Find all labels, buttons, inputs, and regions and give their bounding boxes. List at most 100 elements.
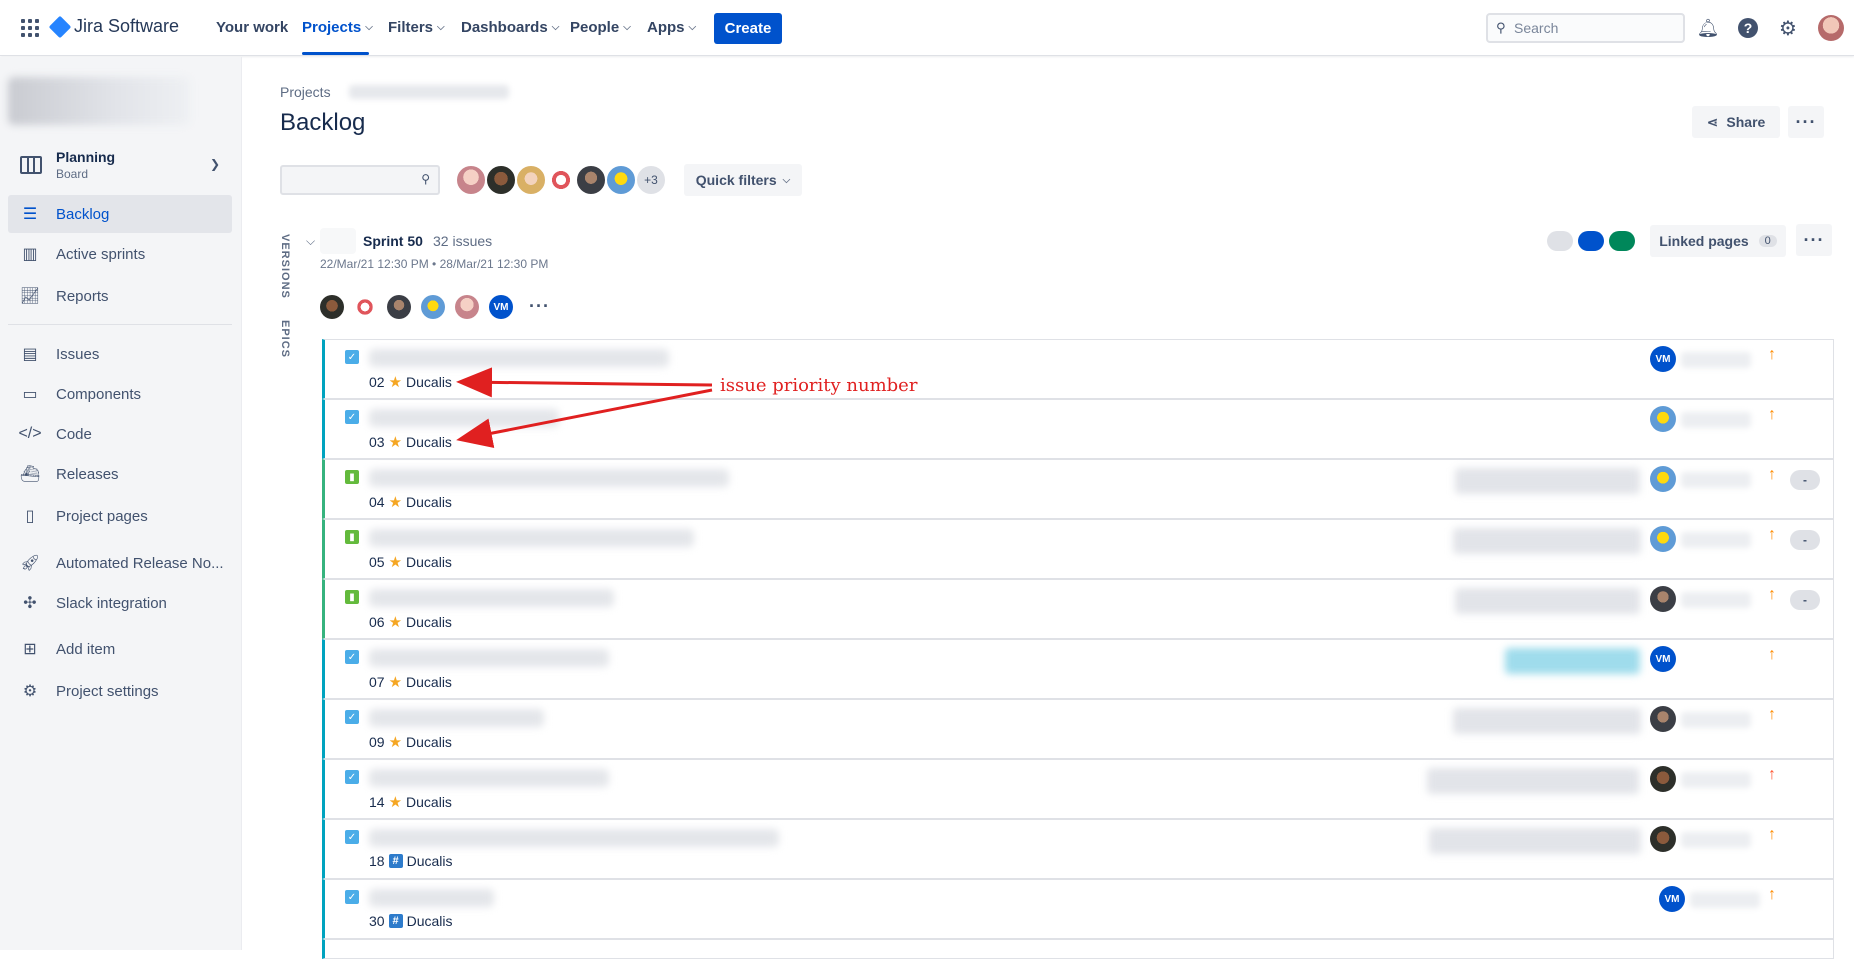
sprint-assignee-avatar[interactable] [455,295,479,319]
issue-summary-blurred[interactable] [369,469,729,487]
assignee-avatar[interactable]: VM [1650,346,1676,372]
epic-label-blurred[interactable] [1505,648,1640,674]
filter-avatar[interactable] [485,164,517,196]
assignee-avatar[interactable] [1650,406,1676,432]
issue-row[interactable]: ✓ 07 ★ Ducalis VM ↑ [322,639,1834,699]
assignee-avatar[interactable] [1650,466,1676,492]
help-icon[interactable]: ? [1736,16,1760,40]
project-header-blurred[interactable] [8,77,190,125]
issue-row[interactable]: ✓ 09 ★ Ducalis ↑ [322,699,1834,759]
sprint-assignee-avatar[interactable] [387,295,411,319]
settings-gear-icon[interactable]: ⚙ [1776,16,1800,40]
issue-summary-blurred[interactable] [369,409,559,427]
notifications-icon[interactable]: 🔔︎ [1696,16,1720,40]
issue-summary-blurred[interactable] [369,709,544,727]
issue-row[interactable]: ✓ 18 # Ducalis ↑ [322,819,1834,879]
versions-panel-tab[interactable]: VERSIONS [279,234,291,299]
nav-apps[interactable]: Apps ⌵ [647,19,696,36]
epic-label-blurred[interactable] [1455,588,1640,614]
issue-summary-blurred[interactable] [369,649,609,667]
backlog-search-input[interactable]: ⚲ [280,165,440,195]
epic-label-blurred[interactable] [1429,828,1641,854]
sprint-collapse-chevron-icon[interactable]: ⌵ [306,234,315,249]
sprint-more-actions-button[interactable]: ··· [1796,224,1832,256]
filter-avatar[interactable] [545,164,577,196]
issue-summary-blurred[interactable] [369,769,609,787]
chevron-down-icon: ⌵ [623,22,631,33]
sidebar-item-issues[interactable]: ▤ Issues [8,335,232,373]
search-input[interactable]: ⚲ Search [1486,13,1685,43]
issue-row[interactable] [322,939,1834,959]
chevron-down-icon[interactable]: ❯ [210,157,220,171]
planning-board-switcher[interactable]: Planning Board [20,149,115,181]
nav-dashboards[interactable]: Dashboards ⌵ [461,19,559,36]
nav-filters[interactable]: Filters ⌵ [388,19,445,36]
nav-projects[interactable]: Projects ⌵ [302,19,373,36]
issue-row[interactable]: ▮ 04 ★ Ducalis ↑ - [322,459,1834,519]
sidebar-item-slack-integration[interactable]: ✣ Slack integration [8,584,232,622]
sprint-dates: 22/Mar/21 12:30 PM • 28/Mar/21 12:30 PM [320,257,549,271]
sidebar-item-releases[interactable]: ⛴ Releases [8,455,232,493]
share-button[interactable]: ⋖ Share [1692,106,1780,138]
assignee-avatar[interactable]: VM [1650,646,1676,672]
more-assignees-icon[interactable]: ··· [529,296,550,317]
sprint-assignee-avatar[interactable] [353,295,377,319]
app-switcher-icon[interactable] [21,19,39,37]
quick-filters-dropdown[interactable]: Quick filters ⌵ [684,164,802,196]
sidebar-item-reports[interactable]: 📈︎ Reports [8,277,232,315]
create-button[interactable]: Create [714,13,782,44]
logo-text: Jira Software [74,16,180,36]
issue-summary-blurred[interactable] [369,349,669,367]
epic-label-blurred[interactable] [1453,708,1641,734]
sprint-assignee-avatar[interactable] [320,295,344,319]
jira-diamond-icon [48,15,72,38]
nav-your-work[interactable]: Your work [216,19,288,36]
issue-row[interactable]: ✓ 30 # Ducalis VM ↑ [322,879,1834,939]
more-assignees-button[interactable]: +3 [635,164,667,196]
filter-avatar[interactable] [455,164,487,196]
issue-summary-blurred[interactable] [369,889,494,907]
epic-label-blurred[interactable] [1455,468,1640,494]
jira-logo[interactable]: Jira Software [48,15,180,38]
sidebar-item-automated-release-notes[interactable]: 🚀︎ Automated Release No... [8,544,232,582]
issue-row[interactable]: ✓ 14 ★ Ducalis ↑ [322,759,1834,819]
issue-row[interactable]: ▮ 05 ★ Ducalis ↑ - [322,519,1834,579]
filter-avatar[interactable] [515,164,547,196]
epics-panel-tab[interactable]: EPICS [279,320,291,358]
assignee-avatar[interactable] [1650,766,1676,792]
issue-row[interactable]: ✓ 02 ★ Ducalis VM ↑ [322,339,1834,399]
epic-label-blurred[interactable] [1453,528,1641,554]
sidebar-item-code[interactable]: </> Code [8,415,232,453]
task-checkbox-icon: ✓ [345,710,359,724]
issue-summary-blurred[interactable] [369,589,614,607]
filter-avatar[interactable] [575,164,607,196]
sidebar-item-project-settings[interactable]: ⚙ Project settings [8,672,232,710]
sidebar-item-active-sprints[interactable]: ▥ Active sprints [8,235,232,273]
assignee-avatar[interactable] [1650,826,1676,852]
issue-row[interactable]: ▮ 06 ★ Ducalis ↑ - [322,579,1834,639]
assignee-avatar[interactable] [1650,526,1676,552]
sidebar-item-backlog[interactable]: ☰ Backlog [8,195,232,233]
assignee-avatar[interactable] [1650,706,1676,732]
breadcrumb-projects[interactable]: Projects [280,84,331,100]
issue-summary-blurred[interactable] [369,829,779,847]
filter-avatar[interactable] [605,164,637,196]
assignee-avatar[interactable]: VM [1659,886,1685,912]
breadcrumb-project-blurred[interactable] [348,85,509,99]
sidebar-item-project-pages[interactable]: ▯ Project pages [8,497,232,535]
assignee-avatar[interactable] [1650,586,1676,612]
issue-row[interactable]: ✓ 03 ★ Ducalis ↑ [322,399,1834,459]
profile-avatar[interactable] [1818,15,1844,41]
sidebar-item-components[interactable]: ▭ Components [8,375,232,413]
page-more-actions-button[interactable]: ··· [1788,106,1824,138]
sidebar-item-add-item[interactable]: ⊞ Add item [8,630,232,668]
epic-label-blurred[interactable] [1427,768,1639,794]
task-checkbox-icon: ✓ [345,770,359,784]
sprint-assignee-avatar-vm[interactable]: VM [489,295,513,319]
breadcrumb: Projects [280,84,509,100]
sprint-assignee-avatar[interactable] [421,295,445,319]
linked-pages-button[interactable]: Linked pages 0 [1650,225,1786,257]
issue-key-blurred [1681,772,1751,788]
issue-summary-blurred[interactable] [369,529,694,547]
nav-people[interactable]: People ⌵ [570,19,631,36]
